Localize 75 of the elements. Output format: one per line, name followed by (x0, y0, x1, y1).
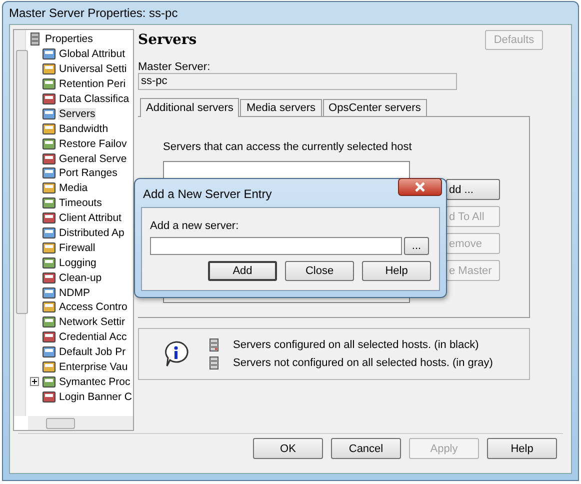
tree-item[interactable]: Symantec Proc (58, 376, 132, 388)
expand-icon[interactable] (30, 377, 39, 386)
tree-item[interactable]: Credential Acc (58, 331, 128, 344)
tree-item[interactable]: Bandwidth (58, 122, 110, 135)
dialog-button[interactable]: Help (362, 261, 431, 281)
tree-item[interactable]: Access Contro (58, 301, 128, 314)
window-title: Master Server Properties: ss-pc (9, 6, 178, 20)
item-icon (42, 92, 56, 106)
dialog-button[interactable]: OK (253, 438, 323, 459)
dialog-button[interactable]: Help (487, 438, 557, 459)
tree-item[interactable]: Login Banner C (58, 390, 133, 403)
item-icon (42, 315, 56, 330)
item-icon (42, 106, 56, 121)
item-icon (42, 330, 56, 344)
tree-item[interactable]: NDMP (58, 286, 91, 299)
item-icon (42, 256, 56, 270)
tree-item[interactable]: Global Attribut (58, 48, 126, 60)
tree-item[interactable]: Firewall (58, 242, 96, 254)
server-name-input[interactable] (150, 237, 402, 255)
item-icon (42, 136, 56, 151)
tree-item[interactable]: Port Ranges (58, 167, 118, 180)
tree-item[interactable]: Enterprise Vau (58, 361, 129, 374)
tree-item[interactable]: Network Settir (58, 316, 126, 328)
item-icon (42, 374, 56, 389)
item-icon (42, 360, 56, 374)
tree-item[interactable]: Default Job Pr (58, 346, 127, 358)
master-server-field[interactable]: ss-pc (138, 73, 457, 90)
legend-text: Servers configured on all selected hosts. (in black) (233, 339, 479, 351)
field-label: Add a new server: (150, 220, 240, 232)
item-icon (42, 152, 56, 166)
tree-item[interactable]: Clean-up (58, 272, 103, 284)
tree-item[interactable]: Restore Failov (58, 138, 128, 150)
tree-item[interactable]: Retention Peri (58, 78, 127, 90)
tree-item[interactable]: Client Attribut (58, 212, 122, 224)
item-icon (42, 211, 56, 226)
item-icon (42, 47, 56, 62)
item-icon (42, 286, 56, 300)
field-label: Master Server: (138, 61, 212, 73)
side-button[interactable]: dd ... (446, 179, 500, 200)
page-heading: Servers (138, 32, 197, 48)
tree-item[interactable]: Data Classifica (58, 93, 130, 105)
item-icon (42, 196, 56, 210)
tree-item[interactable]: Servers (58, 108, 96, 120)
tree-item[interactable]: Media (58, 182, 89, 194)
item-icon (42, 122, 56, 136)
tab[interactable]: Media servers (240, 99, 322, 116)
item-icon (42, 181, 56, 196)
legend-text: Servers not configured on all selected hosts. (in gray) (233, 357, 493, 369)
tree-item[interactable]: Timeouts (58, 197, 103, 210)
tab[interactable]: OpsCenter servers (322, 99, 427, 116)
dialog-button[interactable]: Cancel (331, 438, 401, 459)
dialog-title: Add a New Server Entry (143, 187, 272, 201)
close-icon[interactable] (398, 178, 442, 196)
tab[interactable]: Additional servers (140, 98, 240, 117)
item-icon (42, 226, 56, 240)
tree-item[interactable]: Properties (44, 33, 94, 46)
tree-item[interactable]: General Serve (58, 152, 128, 165)
item-icon (42, 240, 56, 255)
horizontal-scrollbar[interactable] (28, 416, 133, 430)
browse-button[interactable]: ... (404, 237, 429, 255)
tree-item[interactable]: Universal Setti (58, 63, 128, 76)
item-icon (42, 345, 56, 360)
list-label: Servers that can access the currently selected host (163, 141, 413, 153)
tree-item[interactable]: Logging (58, 256, 98, 269)
server-icon (28, 32, 42, 46)
item-icon (42, 77, 56, 92)
tree-item[interactable]: Distributed Ap (58, 227, 126, 240)
item-icon (42, 300, 56, 314)
dialog-button[interactable]: Close (285, 261, 354, 281)
dialog-button[interactable]: Add (208, 261, 277, 281)
item-icon (42, 62, 56, 76)
vertical-scrollbar[interactable] (14, 30, 26, 416)
item-icon (42, 270, 56, 285)
item-icon (42, 390, 56, 404)
item-icon (42, 166, 56, 180)
